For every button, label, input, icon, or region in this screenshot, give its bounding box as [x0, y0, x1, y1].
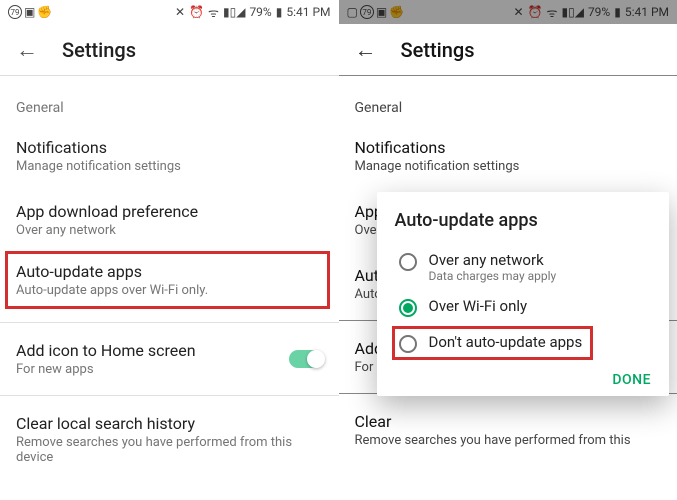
clock-text: 5:41 PM [625, 5, 669, 19]
row-sub: For new apps [16, 362, 323, 377]
radio-sub: Data charges may apply [429, 269, 557, 283]
app-badge-icon: ▣ [376, 5, 387, 19]
radio-icon [399, 253, 417, 271]
hand-icon: ✊ [37, 5, 52, 19]
row-title: Notifications [16, 138, 323, 157]
radio-wifi-only[interactable]: Over Wi-Fi only [395, 291, 664, 323]
row-sub: Over any network [16, 223, 323, 238]
done-button[interactable]: DONE [612, 372, 651, 388]
battery-icon: ▮ [276, 5, 283, 19]
row-sub: Remove searches you have performed from … [355, 433, 662, 448]
radio-icon [399, 299, 417, 317]
row-title: Auto-update apps [16, 262, 319, 281]
row-sub: Auto-update apps over Wi-Fi only. [16, 283, 319, 298]
row-auto-update[interactable]: Auto-update apps Auto-update apps over W… [6, 252, 329, 308]
radio-label: Over Wi-Fi only [429, 297, 528, 315]
radio-label: Over any network [429, 251, 557, 269]
row-clear-history[interactable]: Clear local search history Remove search… [0, 400, 339, 479]
row-sub: Manage notification settings [355, 159, 662, 174]
battery-text: 79% [588, 5, 610, 19]
section-general: General [0, 84, 339, 124]
radio-label: Don't auto-update apps [429, 333, 583, 351]
screen-autoupdate-dialog: ▢ 79 ▣ ✊ ✕ ⏰ ᯤ ▮▯◢ 79% ▮ 5:41 PM ← Setti… [339, 0, 677, 500]
row-title: App download preference [16, 202, 323, 221]
screen-settings-list: 79 ▣ ✊ ✕ ⏰ ᯤ ▮▯◢ 79% ▮ 5:41 PM ← Setting… [0, 0, 339, 500]
dialog-title: Auto-update apps [395, 210, 664, 231]
row-title: Clear [355, 412, 662, 431]
wifi-icon: ᯤ [208, 4, 219, 21]
alarm-icon: ⏰ [189, 5, 204, 19]
row-clear-history: Clear Remove searches you have performed… [339, 398, 677, 462]
page-title: Settings [401, 38, 475, 62]
back-icon[interactable]: ← [355, 37, 377, 63]
row-title: Notifications [355, 138, 662, 157]
alarm-icon: ⏰ [528, 5, 543, 19]
app-bar: ← Settings [0, 24, 339, 76]
status-bar: ▢ 79 ▣ ✊ ✕ ⏰ ᯤ ▮▯◢ 79% ▮ 5:41 PM [339, 0, 677, 24]
dialog-auto-update: Auto-update apps Over any network Data c… [377, 192, 670, 396]
row-title: Add icon to Home screen [16, 341, 323, 360]
row-sub: Remove searches you have performed from … [16, 435, 323, 465]
signal-icon: ▮▯◢ [223, 5, 245, 19]
row-notifications: Notifications Manage notification settin… [339, 124, 677, 188]
back-icon[interactable]: ← [16, 37, 38, 63]
app-bar: ← Settings [339, 24, 677, 76]
signal-icon: ▮▯◢ [562, 5, 584, 19]
hand-icon: ✊ [389, 5, 404, 19]
row-add-icon[interactable]: Add icon to Home screen For new apps [0, 327, 339, 391]
notif-badge-icon: 79 [360, 5, 374, 19]
battery-icon: ▮ [614, 5, 621, 19]
gallery-icon: ▢ [347, 5, 358, 19]
notif-badge-icon: 79 [8, 5, 22, 19]
row-title: Clear local search history [16, 414, 323, 433]
row-sub: Manage notification settings [16, 159, 323, 174]
radio-icon [399, 335, 417, 353]
radio-dont-auto-update[interactable]: Don't auto-update apps [395, 329, 591, 357]
app-badge-icon: ▣ [24, 5, 35, 19]
row-notifications[interactable]: Notifications Manage notification settin… [0, 124, 339, 188]
toggle-add-icon[interactable] [289, 350, 323, 368]
divider [0, 395, 339, 396]
page-title: Settings [62, 38, 136, 62]
radio-over-any-network[interactable]: Over any network Data charges may apply [395, 245, 664, 289]
vibrate-icon: ✕ [175, 5, 185, 19]
row-download-pref[interactable]: App download preference Over any network [0, 188, 339, 252]
vibrate-icon: ✕ [514, 5, 524, 19]
section-general: General [339, 84, 677, 124]
divider [0, 322, 339, 323]
battery-text: 79% [249, 5, 271, 19]
status-bar: 79 ▣ ✊ ✕ ⏰ ᯤ ▮▯◢ 79% ▮ 5:41 PM [0, 0, 339, 24]
clock-text: 5:41 PM [286, 5, 330, 19]
wifi-icon: ᯤ [547, 4, 558, 21]
